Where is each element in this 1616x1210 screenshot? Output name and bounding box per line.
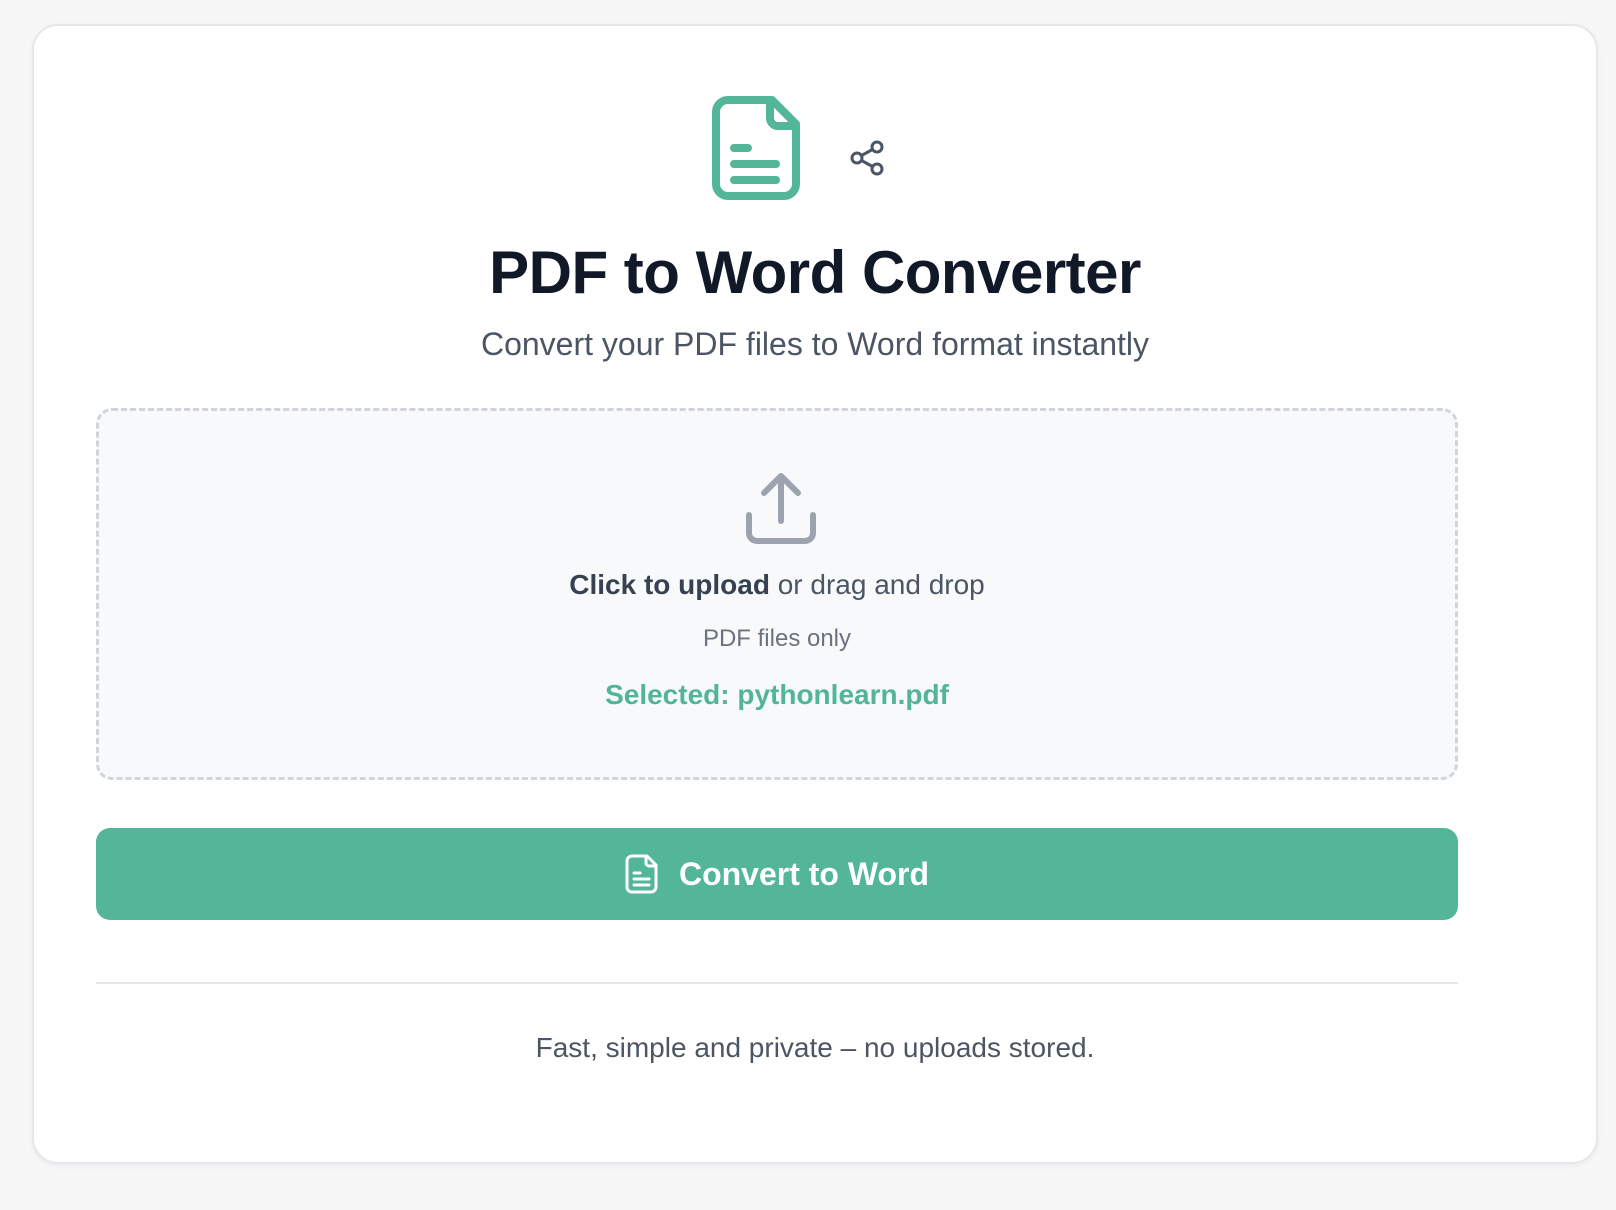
divider <box>96 982 1458 984</box>
upload-instructions: Click to upload or drag and drop <box>99 569 1455 601</box>
file-type-hint: PDF files only <box>702 625 852 652</box>
share-icon <box>850 140 884 176</box>
file-dropzone[interactable]: Click to upload or drag and drop PDF fil… <box>96 408 1458 780</box>
convert-button-label: Convert to Word <box>678 855 930 892</box>
page-subtitle: Convert your PDF files to Word format in… <box>480 326 1150 362</box>
convert-to-word-button[interactable]: Convert to Word <box>96 828 1458 920</box>
document-icon <box>625 854 658 894</box>
converter-card: PDF to Word Converter Convert your PDF f… <box>32 24 1598 1164</box>
share-button[interactable] <box>846 136 890 180</box>
selected-file-label: Selected: pythonlearn.pdf <box>605 679 949 710</box>
click-to-upload-link[interactable]: Click to upload <box>569 569 770 600</box>
drag-drop-text: or drag and drop <box>769 569 985 600</box>
footer-text: Fast, simple and private – no uploads st… <box>535 1032 1095 1063</box>
upload-icon <box>744 471 818 545</box>
document-icon <box>710 96 800 202</box>
page-title: PDF to Word Converter <box>489 239 1141 306</box>
